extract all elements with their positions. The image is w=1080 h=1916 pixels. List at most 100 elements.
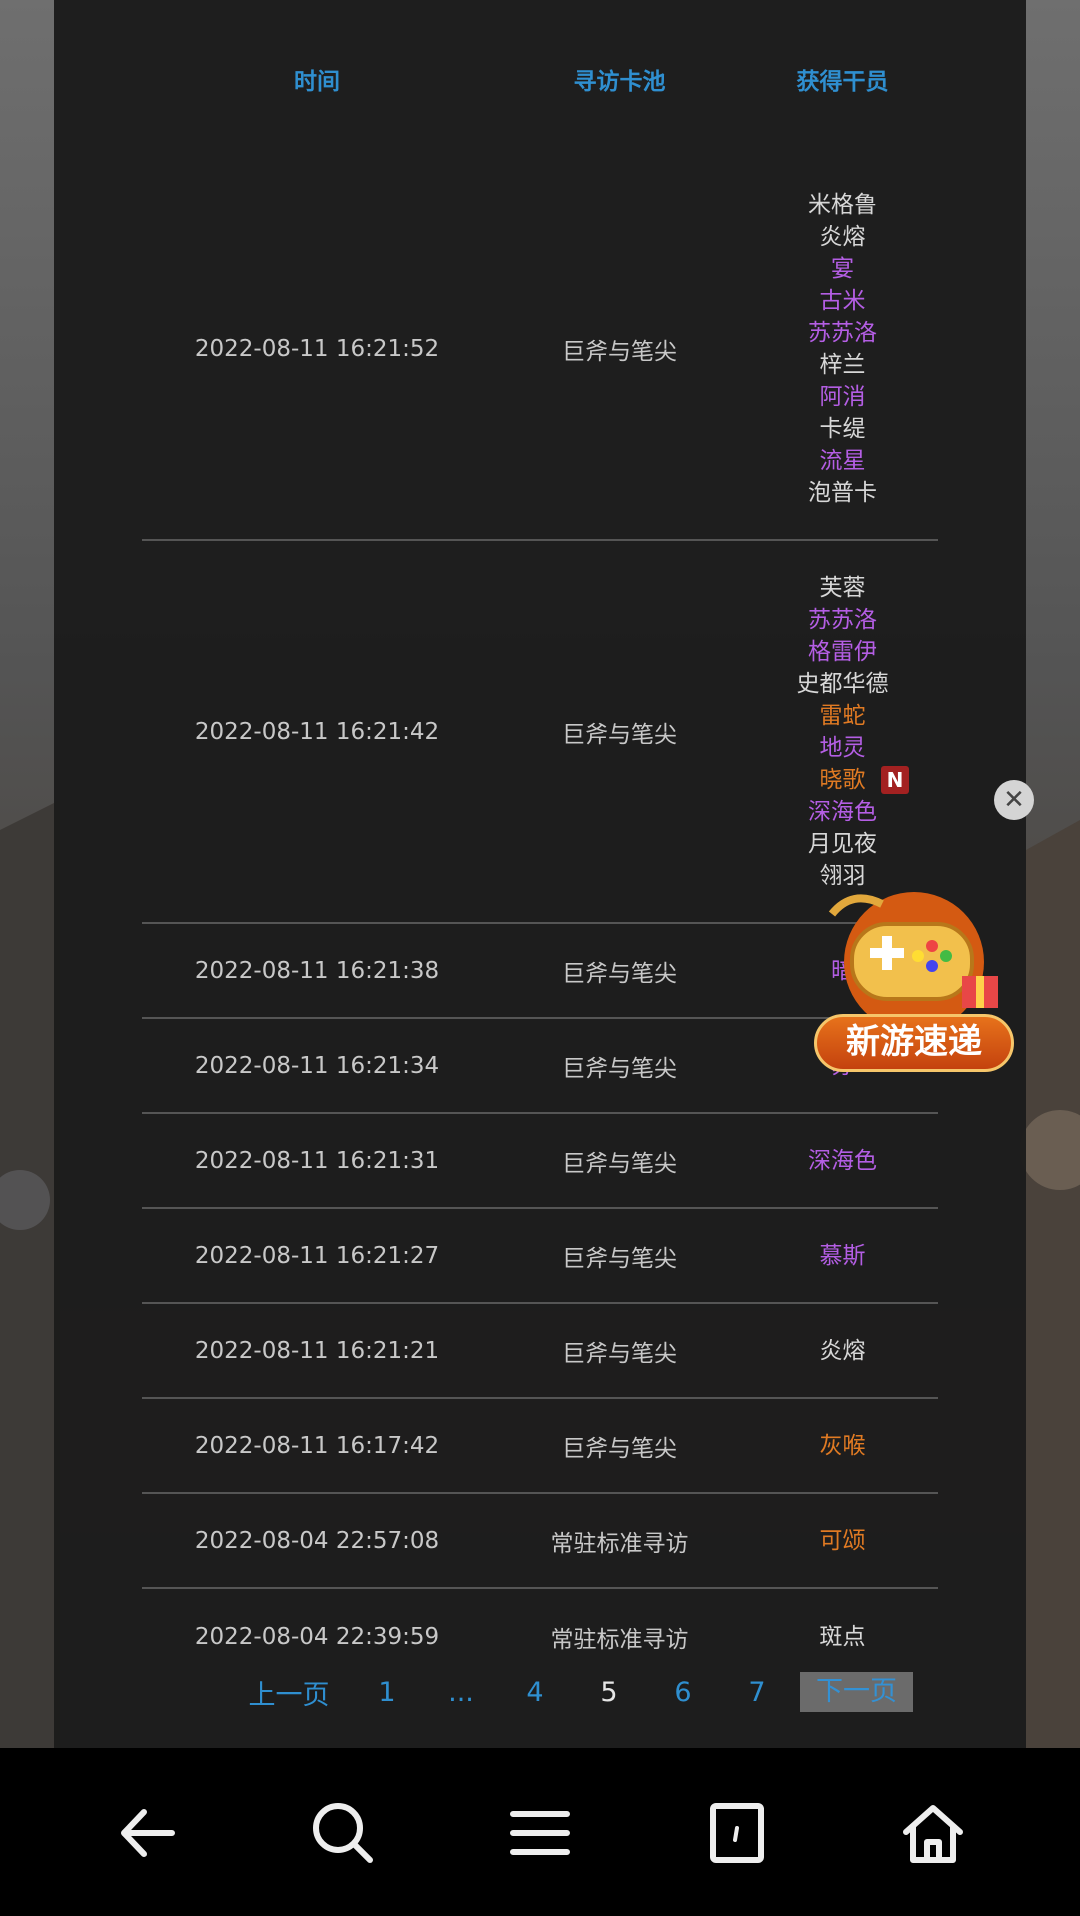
row-time: 2022-08-11 16:21:27 <box>194 1242 440 1269</box>
operator-name: 雷蛇 <box>747 700 938 732</box>
row-pool: 常驻标准寻访 <box>550 1530 689 1557</box>
operator-label: 地灵 <box>819 734 866 761</box>
row-operators: 炎熔 <box>747 1335 938 1367</box>
page-ellipsis: ... <box>448 1676 474 1708</box>
next-page-button[interactable]: 下一页 <box>800 1672 913 1712</box>
operator-name: 斑点 <box>747 1621 938 1653</box>
system-navigation-bar <box>0 1748 1080 1916</box>
operator-name: 米格鲁 <box>747 189 938 221</box>
new-badge: N <box>881 765 909 794</box>
home-icon[interactable] <box>898 1798 968 1868</box>
prev-page-button[interactable]: 上一页 <box>244 1673 334 1712</box>
operator-label: 泡普卡 <box>808 479 877 506</box>
row-operators: 深海色 <box>747 1145 938 1177</box>
table-row: 2022-08-04 22:39:59 常驻标准寻访 斑点 <box>142 1589 938 1684</box>
operator-name: 慕斯 <box>747 1240 938 1272</box>
operator-label: 炎熔 <box>819 223 866 250</box>
page-5-current: 5 <box>600 1676 618 1708</box>
page-7-button[interactable]: 7 <box>724 1677 790 1708</box>
row-pool: 巨斧与笔尖 <box>562 960 677 987</box>
row-operators: 慕斯 <box>747 1240 938 1272</box>
operator-name: 阿消 <box>747 381 938 413</box>
operator-label: 苏苏洛 <box>808 319 877 346</box>
row-time: 2022-08-11 16:21:52 <box>194 335 440 362</box>
operator-label: 慕斯 <box>819 1242 866 1269</box>
row-time: 2022-08-11 16:21:38 <box>194 957 440 984</box>
close-ad-button[interactable]: ✕ <box>994 780 1034 820</box>
operator-label: 芙蓉 <box>819 574 866 601</box>
operator-name: 流星 <box>747 445 938 477</box>
page-1-button[interactable]: 1 <box>346 1677 428 1708</box>
row-pool: 巨斧与笔尖 <box>562 1150 677 1177</box>
row-pool: 巨斧与笔尖 <box>562 1245 677 1272</box>
row-operators: 米格鲁炎熔宴古米苏苏洛梓兰阿消卡缇流星泡普卡 <box>747 189 938 509</box>
table-row: 2022-08-11 16:21:42 巨斧与笔尖 芙蓉苏苏洛格雷伊史都华德雷蛇 地灵… <box>142 541 938 924</box>
operator-name: 芙蓉 <box>747 572 938 604</box>
operator-name: 炎熔 <box>747 221 938 253</box>
operator-label: 斑点 <box>819 1623 866 1650</box>
gacha-history-table: 时间 寻访卡池 获得干员 2022-08-11 16:21:52 巨斧与笔尖 米格鲁… <box>142 0 938 1684</box>
operator-name: 卡缇 <box>747 413 938 445</box>
operator-label: 米格鲁 <box>808 191 877 218</box>
operator-label: 深海色 <box>808 1147 877 1174</box>
row-operators: 斑点 <box>747 1621 938 1653</box>
operator-label: 格雷伊 <box>808 638 877 665</box>
table-row: 2022-08-11 16:21:31 巨斧与笔尖 深海色 <box>142 1114 938 1209</box>
operator-name: 深海色 <box>747 1145 938 1177</box>
pagination: 上一页 1 ... 4 5 6 7 下一页 <box>244 1672 913 1712</box>
operator-label: 晓歌 <box>819 766 866 793</box>
search-icon[interactable] <box>308 1798 378 1868</box>
operator-label: 灰喉 <box>819 1432 866 1459</box>
operator-name: 梓兰 <box>747 349 938 381</box>
ad-label: 新游速递 <box>814 1014 1014 1072</box>
table-row: 2022-08-11 16:21:27 巨斧与笔尖 慕斯 <box>142 1209 938 1304</box>
row-time: 2022-08-04 22:57:08 <box>194 1527 440 1554</box>
table-row: 2022-08-11 16:21:21 巨斧与笔尖 炎熔 <box>142 1304 938 1399</box>
operator-name: 苏苏洛 <box>747 317 938 349</box>
operator-label: 炎熔 <box>819 1337 866 1364</box>
header-time: 时间 <box>294 69 340 95</box>
table-header: 时间 寻访卡池 获得干员 <box>142 0 938 158</box>
row-time: 2022-08-11 16:21:34 <box>194 1052 440 1079</box>
tabs-icon[interactable] <box>702 1798 772 1868</box>
row-time: 2022-08-11 16:21:31 <box>194 1147 440 1174</box>
row-pool: 巨斧与笔尖 <box>562 721 677 748</box>
operator-label: 流星 <box>819 447 866 474</box>
row-time: 2022-08-04 22:39:59 <box>194 1623 440 1650</box>
page-4-button[interactable]: 4 <box>494 1677 576 1708</box>
operator-label: 月见夜 <box>808 830 877 857</box>
operator-name: 炎熔 <box>747 1335 938 1367</box>
gamepad-icon <box>828 892 998 1032</box>
page-6-button[interactable]: 6 <box>642 1677 724 1708</box>
table-row: 2022-08-11 16:17:42 巨斧与笔尖 灰喉 <box>142 1399 938 1494</box>
operator-name: 史都华德 <box>747 668 938 700</box>
row-time: 2022-08-11 16:21:21 <box>194 1337 440 1364</box>
operator-label: 可颂 <box>819 1527 866 1554</box>
operator-label: 卡缇 <box>819 415 866 442</box>
header-operators: 获得干员 <box>796 69 889 95</box>
row-operators: 可颂 <box>747 1525 938 1557</box>
table-row: 2022-08-11 16:21:52 巨斧与笔尖 米格鲁炎熔宴古米苏苏洛梓兰阿消卡… <box>142 158 938 541</box>
operator-name: 古米 <box>747 285 938 317</box>
row-pool: 巨斧与笔尖 <box>562 1435 677 1462</box>
operator-label: 梓兰 <box>819 351 866 378</box>
operator-label: 古米 <box>819 287 866 314</box>
operator-name: 月见夜 <box>747 828 938 860</box>
row-pool: 常驻标准寻访 <box>550 1626 689 1653</box>
operator-label: 深海色 <box>808 798 877 825</box>
operator-name: 灰喉 <box>747 1430 938 1462</box>
menu-icon[interactable] <box>505 1798 575 1868</box>
operator-label: 苏苏洛 <box>808 606 877 633</box>
operator-label: 史都华德 <box>796 670 889 697</box>
row-pool: 巨斧与笔尖 <box>562 338 677 365</box>
row-operators: 芙蓉 苏苏洛 格雷伊 史都华德 雷蛇 地灵 晓歌 N 深海色 月见夜 翎羽 <box>747 572 938 892</box>
operator-name: 晓歌 N <box>747 764 938 796</box>
operator-label: 阿消 <box>819 383 866 410</box>
operator-name: 苏苏洛 <box>747 604 938 636</box>
row-time: 2022-08-11 16:21:42 <box>194 718 440 745</box>
operator-label: 宴 <box>831 255 854 282</box>
new-game-ad-widget[interactable]: 新游速递 <box>812 884 1016 1076</box>
back-icon[interactable] <box>112 1798 182 1868</box>
header-pool: 寻访卡池 <box>573 69 666 95</box>
operator-name: 深海色 <box>747 796 938 828</box>
